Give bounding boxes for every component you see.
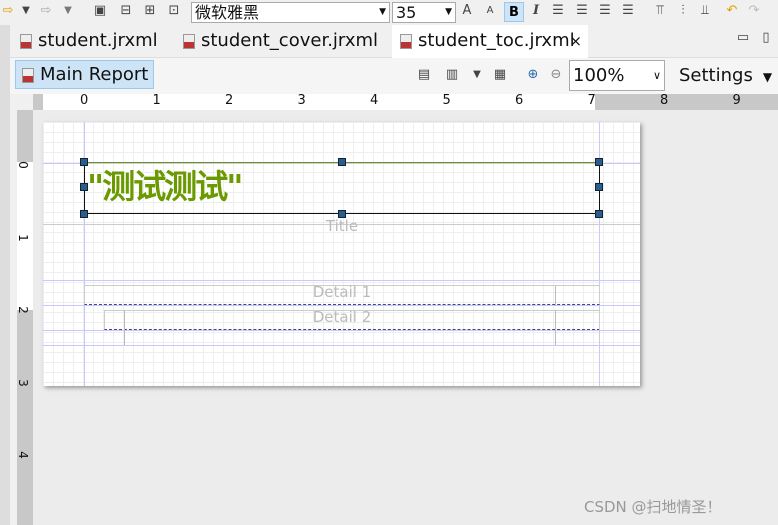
ruler-tick-label: 3 xyxy=(297,93,306,108)
arrow-icon[interactable]: ⇨ xyxy=(0,0,16,22)
tab-student[interactable]: student.jrxml xyxy=(12,25,172,58)
align-icon[interactable]: ⊞ xyxy=(142,0,158,22)
ruler-tick-label: 8 xyxy=(660,93,669,108)
left-panel xyxy=(0,25,10,525)
align-center-icon[interactable]: ☰ xyxy=(574,0,590,22)
ruler-tick-label: 1 xyxy=(152,93,161,108)
ruler-tick-label: 2 xyxy=(15,306,30,314)
main-toolbar: ⇨ ▼ ⇨ ▼ ▣ ⊟ ⊞ ⊡ 微软雅黑 ▼ 35 ▼ A A B I ☰ ☰ ☰ … xyxy=(0,0,778,25)
file-icon xyxy=(20,34,32,49)
horizontal-ruler: 0 1 2 3 4 5 6 7 8 9 xyxy=(33,93,778,110)
maximize-icon[interactable]: ▯ xyxy=(758,27,774,49)
file-icon xyxy=(183,34,195,49)
resize-handle[interactable] xyxy=(338,158,346,166)
font-decrease-icon[interactable]: A xyxy=(482,0,498,22)
align-icon[interactable]: ⊡ xyxy=(166,0,182,22)
resize-handle[interactable] xyxy=(595,158,603,166)
close-tab-button[interactable]: × xyxy=(569,25,582,57)
file-icon xyxy=(400,34,412,49)
chevron-down-icon: ∨ xyxy=(652,69,661,82)
resize-handle[interactable] xyxy=(80,158,88,166)
ruler-tick-label: 0 xyxy=(15,161,30,169)
zoom-value: 100% xyxy=(573,65,625,86)
ruler-tick-label: 3 xyxy=(15,378,30,387)
tab-student-toc[interactable]: student_toc.jrxml × xyxy=(392,25,588,58)
dropdown-icon[interactable]: ▼ xyxy=(18,0,34,22)
font-family-value: 微软雅黑 xyxy=(195,3,260,22)
ruler-tick-label: 6 xyxy=(515,93,524,108)
main-report-label: Main Report xyxy=(40,64,149,85)
tab-label: student_toc.jrxml xyxy=(418,30,575,51)
text-field-element[interactable]: "测试测试" xyxy=(84,162,600,214)
ruler-tick-label: 0 xyxy=(80,93,89,108)
forward-icon[interactable]: ⇨ xyxy=(38,0,54,22)
italic-button[interactable]: I xyxy=(528,0,544,22)
settings-label: Settings xyxy=(679,65,753,86)
ruler-tick-label: 9 xyxy=(732,93,741,108)
resize-handle[interactable] xyxy=(80,183,88,191)
chevron-down-icon: ▼ xyxy=(379,7,386,17)
editor-toolbar: Main Report ▤ ▥ ▼ ▦ ⊕ ⊖ 100% ∨ Settings ▼ xyxy=(10,58,778,94)
align-right-icon[interactable]: ☰ xyxy=(597,0,613,22)
new-icon[interactable]: ▣ xyxy=(92,0,108,22)
ruler-tick-label: 4 xyxy=(370,93,379,108)
editor-tabs: student.jrxml student_cover.jrxml studen… xyxy=(10,25,778,58)
tab-label: student.jrxml xyxy=(38,30,158,51)
valign-bottom-icon[interactable]: ⫫ xyxy=(697,0,713,22)
data-icon[interactable]: ▥ xyxy=(444,64,460,86)
report-page: Title Detail 1 Detail 2 "测试测试" xyxy=(43,122,640,386)
undo-icon[interactable]: ↶ xyxy=(724,0,740,22)
resize-handle[interactable] xyxy=(595,210,603,218)
ruler-tick-label: 7 xyxy=(587,93,596,108)
font-size-value: 35 xyxy=(396,3,417,22)
minimize-icon[interactable]: ▭ xyxy=(735,27,751,49)
dropdown-icon[interactable]: ▼ xyxy=(469,64,485,86)
ruler-tick-label: 4 xyxy=(15,451,30,459)
zoom-out-icon[interactable]: ⊖ xyxy=(548,64,564,86)
chevron-down-icon: ▼ xyxy=(762,70,773,84)
band-detail-2: Detail 2 xyxy=(312,308,372,326)
bands-icon[interactable]: ▤ xyxy=(416,64,432,86)
valign-top-icon[interactable]: ⫪ xyxy=(652,0,668,22)
align-left-icon[interactable]: ☰ xyxy=(550,0,566,22)
align-icon[interactable]: ⊟ xyxy=(118,0,134,22)
settings-menu[interactable]: Settings ▼ xyxy=(679,62,772,91)
dropdown-icon[interactable]: ▼ xyxy=(60,0,76,22)
compile-icon[interactable]: ▦ xyxy=(492,64,508,86)
valign-middle-icon[interactable]: ⫶ xyxy=(675,0,691,22)
vertical-ruler: 0 1 2 3 4 xyxy=(15,110,33,525)
chevron-down-icon: ▼ xyxy=(445,7,452,17)
zoom-in-icon[interactable]: ⊕ xyxy=(525,64,541,86)
ruler-tick-label: 5 xyxy=(442,93,451,108)
justify-icon[interactable]: ☰ xyxy=(620,0,636,22)
ruler-tick-label: 2 xyxy=(225,93,234,108)
tab-label: student_cover.jrxml xyxy=(201,30,379,51)
main-report-button[interactable]: Main Report xyxy=(15,60,154,89)
font-family-select[interactable]: 微软雅黑 ▼ xyxy=(191,2,390,23)
tab-student-cover[interactable]: student_cover.jrxml xyxy=(175,25,390,58)
band-detail-1: Detail 1 xyxy=(312,283,372,301)
zoom-select[interactable]: 100% ∨ xyxy=(569,60,665,91)
band-title: Title xyxy=(325,217,359,235)
ruler-tick-label: 1 xyxy=(15,233,30,242)
font-size-select[interactable]: 35 ▼ xyxy=(392,2,456,23)
text-field-value: "测试测试" xyxy=(87,167,243,206)
resize-handle[interactable] xyxy=(338,210,346,218)
font-increase-icon[interactable]: A xyxy=(459,0,475,22)
watermark: CSDN @扫地情圣！ xyxy=(584,498,722,516)
redo-icon[interactable]: ↷ xyxy=(746,0,762,22)
resize-handle[interactable] xyxy=(595,183,603,191)
report-icon xyxy=(22,68,34,83)
resize-handle[interactable] xyxy=(80,210,88,218)
bold-button[interactable]: B xyxy=(504,2,524,22)
